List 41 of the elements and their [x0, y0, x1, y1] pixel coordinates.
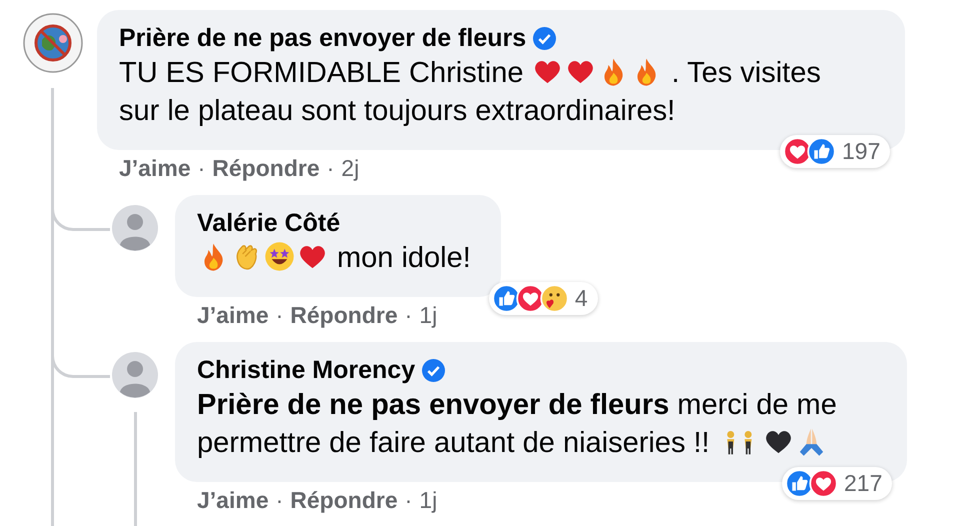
avatar[interactable] — [112, 205, 158, 251]
action-link[interactable]: Répondre — [290, 301, 398, 329]
author-name[interactable]: Prière de ne pas envoyer de fleurs — [119, 22, 526, 54]
reaction-count: 197 — [842, 138, 880, 165]
care-icon — [540, 284, 569, 313]
reaction-summary[interactable]: 217 — [782, 467, 892, 500]
comment-text: sur le plateau sont toujours extraordinaires! — [119, 94, 676, 129]
reaction-count: 217 — [844, 470, 882, 497]
mention-link[interactable]: Prière de ne pas envoyer de fleurs — [197, 386, 670, 424]
action-link[interactable]: Répondre — [212, 154, 320, 182]
comment-text: TU ES FORMIDABLE Christine — [119, 56, 524, 91]
comment-text: . Tes visites — [671, 56, 821, 91]
avatar[interactable] — [22, 12, 84, 74]
like-icon — [807, 137, 836, 166]
comment-text: permettre de faire autant de niaiseries !! — [197, 426, 710, 461]
reaction-summary[interactable]: 197 — [780, 135, 890, 168]
avatar[interactable] — [112, 352, 158, 398]
action-link[interactable]: J’aime — [197, 486, 269, 514]
author-name[interactable]: Christine Morency — [197, 354, 416, 386]
reaction-summary[interactable]: 4 — [488, 282, 598, 315]
star-eyes-face-icon — [264, 241, 295, 272]
person-silhouette-icon — [112, 352, 158, 398]
timestamp[interactable]: 1j — [419, 486, 438, 514]
timestamp[interactable]: 1j — [419, 301, 438, 329]
separator-dot: · — [404, 486, 412, 514]
action-link[interactable]: Répondre — [290, 486, 398, 514]
author-name[interactable]: Valérie Côté — [197, 207, 340, 239]
separator-dot: · — [198, 154, 206, 182]
comment-text: merci de me — [677, 388, 837, 423]
love-icon — [809, 469, 838, 498]
action-link[interactable]: J’aime — [197, 301, 269, 329]
separator-dot: · — [404, 301, 412, 329]
action-link[interactable]: J’aime — [119, 154, 191, 182]
person-silhouette-icon — [112, 205, 158, 251]
separator-dot: · — [276, 301, 284, 329]
logo-icon — [22, 12, 84, 74]
separator-dot: · — [276, 486, 284, 514]
comment-text: mon idole! — [337, 241, 471, 276]
timestamp[interactable]: 2j — [341, 154, 360, 182]
separator-dot: · — [326, 154, 334, 182]
reaction-count: 4 — [574, 285, 588, 312]
